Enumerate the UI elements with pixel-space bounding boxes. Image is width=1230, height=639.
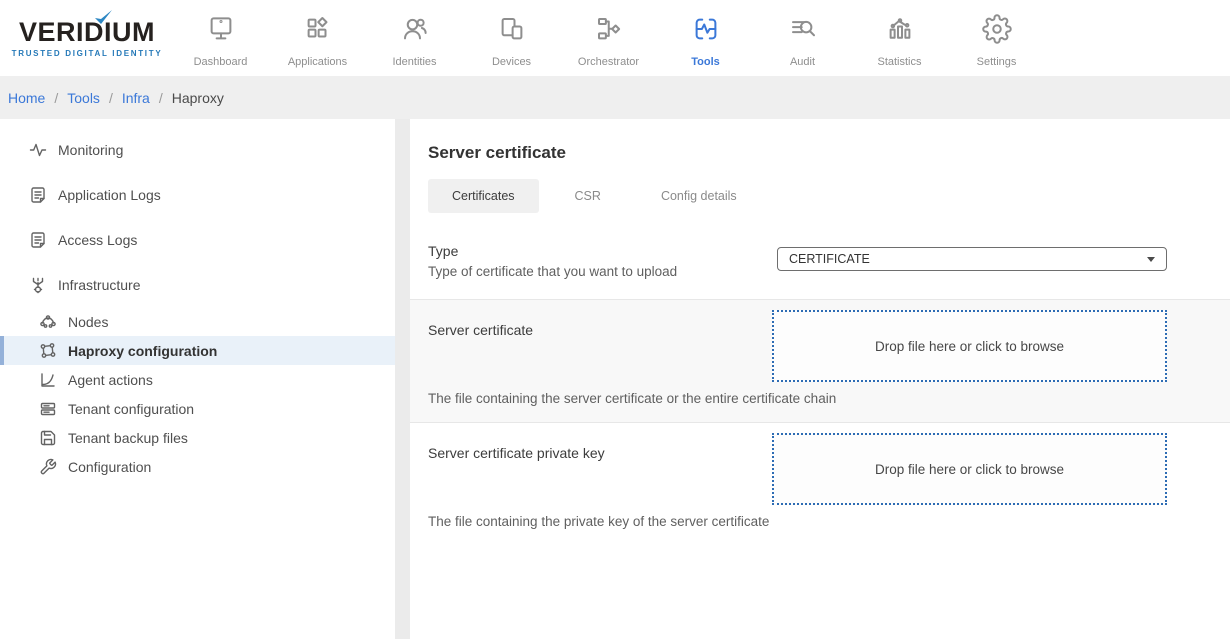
settings-icon	[982, 14, 1012, 49]
private-key-label: Server certificate private key	[428, 431, 605, 461]
nav-item-label: Tools	[691, 56, 720, 68]
tab-certificates[interactable]: Certificates	[428, 179, 539, 213]
server-certificate-row: Server certificate Drop file here or cli…	[410, 299, 1230, 422]
dropzone-text: Drop file here or click to browse	[875, 462, 1064, 477]
sidebar-item-tenant-configuration[interactable]: Tenant configuration	[0, 394, 395, 423]
haproxy-icon	[38, 341, 58, 361]
sidebar: Monitoring Application Logs Access Logs …	[0, 119, 395, 639]
private-key-row: Server certificate private key Drop file…	[410, 422, 1230, 545]
nav-item-orchestrator[interactable]: Orchestrator	[560, 8, 657, 68]
breadcrumb-home[interactable]: Home	[8, 90, 45, 106]
dropzone-text: Drop file here or click to browse	[875, 339, 1064, 354]
infrastructure-icon	[28, 275, 48, 295]
sidebar-item-agent-actions[interactable]: Agent actions	[0, 365, 395, 394]
nav-item-label: Statistics	[877, 56, 921, 68]
nav-item-settings[interactable]: Settings	[948, 8, 1045, 68]
sidebar-item-tenant-backup-files[interactable]: Tenant backup files	[0, 423, 395, 452]
nav-item-label: Identities	[392, 56, 436, 68]
nav-item-statistics[interactable]: Statistics	[851, 8, 948, 68]
private-key-description: The file containing the private key of t…	[428, 514, 1167, 529]
devices-icon	[497, 14, 527, 49]
nav-item-label: Audit	[790, 56, 815, 68]
application-logs-icon	[28, 185, 48, 205]
certificate-type-select[interactable]: CERTIFICATE	[777, 247, 1167, 271]
sidebar-item-configuration[interactable]: Configuration	[0, 452, 395, 481]
type-description: Type of certificate that you want to upl…	[428, 264, 677, 279]
certificate-form: Type Type of certificate that you want t…	[410, 235, 1230, 545]
breadcrumb-tools[interactable]: Tools	[67, 90, 100, 106]
nav-item-label: Applications	[288, 56, 347, 68]
nav-item-label: Orchestrator	[578, 56, 639, 68]
server-certificate-description: The file containing the server certifica…	[428, 391, 1167, 406]
access-logs-icon	[28, 230, 48, 250]
nav-item-label: Devices	[492, 56, 531, 68]
tenant-backup-icon	[38, 428, 58, 448]
agent-actions-icon	[38, 370, 58, 390]
audit-icon	[788, 14, 818, 49]
certificate-type-value: CERTIFICATE	[789, 252, 870, 266]
page-title: Server certificate	[410, 119, 1230, 163]
sidebar-item-infrastructure[interactable]: Infrastructure	[0, 262, 395, 307]
nav-item-identities[interactable]: Identities	[366, 8, 463, 68]
tab-config-details[interactable]: Config details	[637, 179, 761, 213]
tab-csr[interactable]: CSR	[551, 179, 625, 213]
nav-item-devices[interactable]: Devices	[463, 8, 560, 68]
nav-item-label: Dashboard	[194, 56, 248, 68]
logo-wordmark: VERIDIUM	[19, 19, 155, 46]
breadcrumb-separator: /	[159, 90, 163, 106]
applications-icon	[303, 14, 333, 49]
dashboard-icon	[206, 14, 236, 49]
top-nav: Dashboard Applications Identities Device…	[172, 8, 1045, 68]
breadcrumb-haproxy: Haproxy	[172, 90, 224, 106]
nav-item-dashboard[interactable]: Dashboard	[172, 8, 269, 68]
nav-item-tools[interactable]: Tools	[657, 8, 754, 68]
logo-tagline: TRUSTED DIGITAL IDENTITY	[12, 49, 163, 58]
sidebar-item-application-logs[interactable]: Application Logs	[0, 172, 395, 217]
server-certificate-dropzone[interactable]: Drop file here or click to browse	[772, 310, 1167, 382]
private-key-dropzone[interactable]: Drop file here or click to browse	[772, 433, 1167, 505]
server-certificate-label: Server certificate	[428, 308, 533, 338]
sidebar-item-access-logs[interactable]: Access Logs	[0, 217, 395, 262]
tab-bar: Certificates CSR Config details	[428, 179, 1230, 213]
top-header: VERIDIUM TRUSTED DIGITAL IDENTITY Dashbo…	[0, 0, 1230, 76]
sidebar-item-nodes[interactable]: Nodes	[0, 307, 395, 336]
breadcrumb-separator: /	[109, 90, 113, 106]
nodes-icon	[38, 312, 58, 332]
nav-item-label: Settings	[977, 56, 1017, 68]
tenant-configuration-icon	[38, 399, 58, 419]
tools-icon	[691, 14, 721, 49]
identities-icon	[400, 14, 430, 49]
nav-item-audit[interactable]: Audit	[754, 8, 851, 68]
chevron-down-icon	[1147, 257, 1155, 262]
sidebar-item-haproxy-configuration[interactable]: Haproxy configuration	[0, 336, 395, 365]
type-field-row: Type Type of certificate that you want t…	[410, 235, 1230, 299]
logo-checkmark-icon	[93, 9, 113, 27]
main-panel: Server certificate Certificates CSR Conf…	[410, 119, 1230, 639]
sidebar-item-monitoring[interactable]: Monitoring	[0, 127, 395, 172]
breadcrumb: Home / Tools / Infra / Haproxy	[0, 76, 1230, 119]
type-label: Type	[428, 243, 677, 259]
breadcrumb-separator: /	[54, 90, 58, 106]
breadcrumb-infra[interactable]: Infra	[122, 90, 150, 106]
monitoring-icon	[28, 140, 48, 160]
statistics-icon	[885, 14, 915, 49]
orchestrator-icon	[594, 14, 624, 49]
panel-divider	[395, 119, 410, 639]
configuration-icon	[38, 457, 58, 477]
nav-item-applications[interactable]: Applications	[269, 8, 366, 68]
veridium-logo[interactable]: VERIDIUM TRUSTED DIGITAL IDENTITY	[0, 19, 168, 58]
